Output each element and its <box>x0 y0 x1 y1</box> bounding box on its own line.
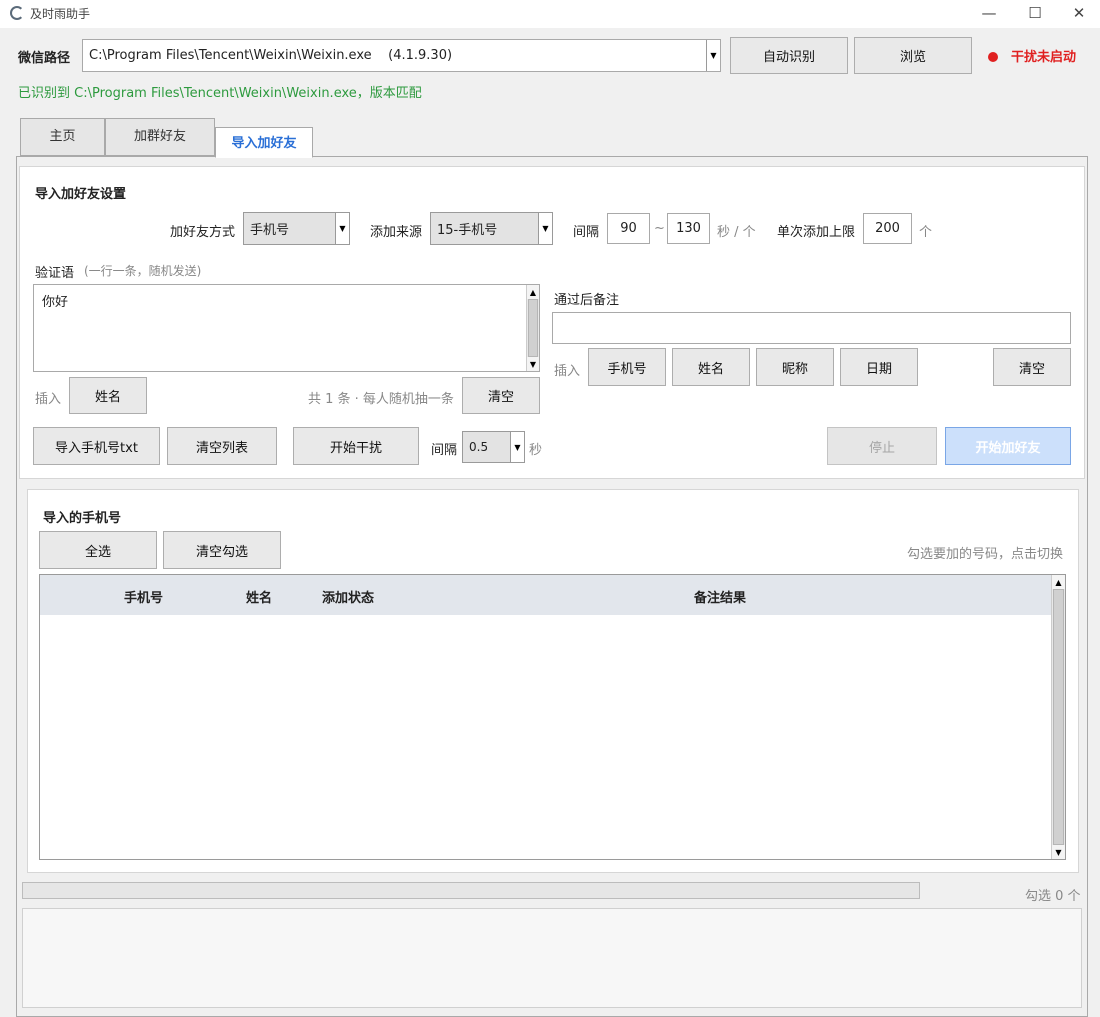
scroll-down-icon[interactable]: ▼ <box>527 357 539 371</box>
scroll-up-icon[interactable]: ▲ <box>527 285 539 299</box>
tab-add-group-friends[interactable]: 加群好友 <box>105 118 215 156</box>
interfere-interval-label: 间隔 <box>431 443 458 458</box>
interval-separator: ~ <box>654 221 665 236</box>
status-dot-icon <box>988 52 998 62</box>
column-header-phone[interactable]: 手机号 <box>124 587 163 606</box>
wechat-path-label: 微信路径 <box>18 51 71 66</box>
chevron-down-icon[interactable]: ▼ <box>510 432 524 462</box>
interval-unit: 秒 / 个 <box>717 225 756 240</box>
interval-max-input[interactable]: 130 <box>667 213 710 244</box>
chevron-down-icon[interactable]: ▼ <box>538 213 552 244</box>
interfere-interval-select[interactable]: 0.5 ▼ <box>462 431 525 463</box>
method-value: 手机号 <box>250 223 290 238</box>
start-add-friends-button[interactable]: 开始加好友 <box>945 427 1071 465</box>
selection-hint: 勾选要加的号码，点击切换 <box>907 547 1064 562</box>
tab-home[interactable]: 主页 <box>20 118 105 156</box>
select-all-button[interactable]: 全选 <box>39 531 157 569</box>
method-label: 加好友方式 <box>170 225 236 240</box>
verify-count: 共 1 条 · 每人随机抽一条 <box>308 392 454 407</box>
chevron-down-icon[interactable]: ▼ <box>706 40 720 71</box>
minimize-button[interactable]: — <box>966 0 1012 28</box>
title-bar <box>0 0 1100 28</box>
insert-phone-button[interactable]: 手机号 <box>588 348 666 386</box>
source-label: 添加来源 <box>370 225 423 240</box>
app-logo-icon <box>10 6 24 20</box>
selected-count: 勾选 0 个 <box>1025 889 1081 904</box>
stop-button[interactable]: 停止 <box>827 427 937 465</box>
imported-title: 导入的手机号 <box>43 511 122 526</box>
table-header: 手机号 姓名 添加状态 备注结果 <box>40 575 1052 615</box>
source-select[interactable]: 15-手机号 ▼ <box>430 212 553 245</box>
verify-textarea[interactable]: 你好 ▲ ▼ <box>33 284 540 372</box>
chevron-down-icon[interactable]: ▼ <box>335 213 349 244</box>
insert-name-button[interactable]: 姓名 <box>69 377 147 414</box>
column-header-name[interactable]: 姓名 <box>246 587 272 606</box>
import-txt-button[interactable]: 导入手机号txt <box>33 427 160 465</box>
window-title: 及时雨助手 <box>30 7 91 21</box>
column-header-remark-result[interactable]: 备注结果 <box>694 587 746 606</box>
verify-label: 验证语 <box>35 266 75 281</box>
interference-status: 干扰未启动 <box>1011 50 1077 65</box>
insert-label: 插入 <box>35 392 62 407</box>
insert-nickname-button[interactable]: 昵称 <box>756 348 834 386</box>
limit-input[interactable]: 200 <box>863 213 912 244</box>
method-select[interactable]: 手机号 ▼ <box>243 212 350 245</box>
wechat-path-value: C:\Program Files\Tencent\Weixin\Weixin.e… <box>89 48 453 63</box>
detected-path-text: 已识别到 C:\Program Files\Tencent\Weixin\Wei… <box>18 86 422 101</box>
interval-min-input[interactable]: 90 <box>607 213 650 244</box>
remark-insert-label: 插入 <box>554 364 581 379</box>
scroll-thumb[interactable] <box>528 299 538 357</box>
settings-title: 导入加好友设置 <box>35 187 127 202</box>
tab-import-add-friends[interactable]: 导入加好友 <box>215 127 313 158</box>
limit-label: 单次添加上限 <box>777 225 856 240</box>
close-button[interactable]: ✕ <box>1056 0 1100 28</box>
start-interfere-button[interactable]: 开始干扰 <box>293 427 419 465</box>
auto-detect-button[interactable]: 自动识别 <box>730 37 848 74</box>
interfere-interval-value: 0.5 <box>469 440 489 454</box>
scroll-thumb[interactable] <box>1053 589 1064 845</box>
wechat-path-combo[interactable]: C:\Program Files\Tencent\Weixin\Weixin.e… <box>82 39 721 72</box>
column-header-status[interactable]: 添加状态 <box>322 587 374 606</box>
browse-button[interactable]: 浏览 <box>854 37 972 74</box>
clear-list-button[interactable]: 清空列表 <box>167 427 277 465</box>
clear-selection-button[interactable]: 清空勾选 <box>163 531 281 569</box>
progress-bar <box>22 882 920 899</box>
limit-unit: 个 <box>919 225 933 240</box>
remark-label: 通过后备注 <box>554 293 620 308</box>
maximize-button[interactable]: ☐ <box>1012 0 1058 28</box>
verify-scrollbar[interactable]: ▲ ▼ <box>526 285 539 371</box>
scroll-up-icon[interactable]: ▲ <box>1052 575 1065 589</box>
remark-input[interactable] <box>552 312 1071 344</box>
phone-table[interactable]: 手机号 姓名 添加状态 备注结果 ▲ ▼ <box>39 574 1066 860</box>
remark-clear-button[interactable]: 清空 <box>993 348 1071 386</box>
verify-text: 你好 <box>42 295 69 310</box>
verify-clear-button[interactable]: 清空 <box>462 377 540 414</box>
source-value: 15-手机号 <box>437 223 498 238</box>
log-area[interactable] <box>22 908 1082 1008</box>
table-scrollbar[interactable]: ▲ ▼ <box>1051 575 1065 859</box>
insert-remark-name-button[interactable]: 姓名 <box>672 348 750 386</box>
insert-date-button[interactable]: 日期 <box>840 348 918 386</box>
scroll-down-icon[interactable]: ▼ <box>1052 845 1065 859</box>
interval-label: 间隔 <box>573 225 600 240</box>
verify-hint: (一行一条，随机发送) <box>84 264 202 278</box>
interfere-interval-unit: 秒 <box>529 443 543 458</box>
